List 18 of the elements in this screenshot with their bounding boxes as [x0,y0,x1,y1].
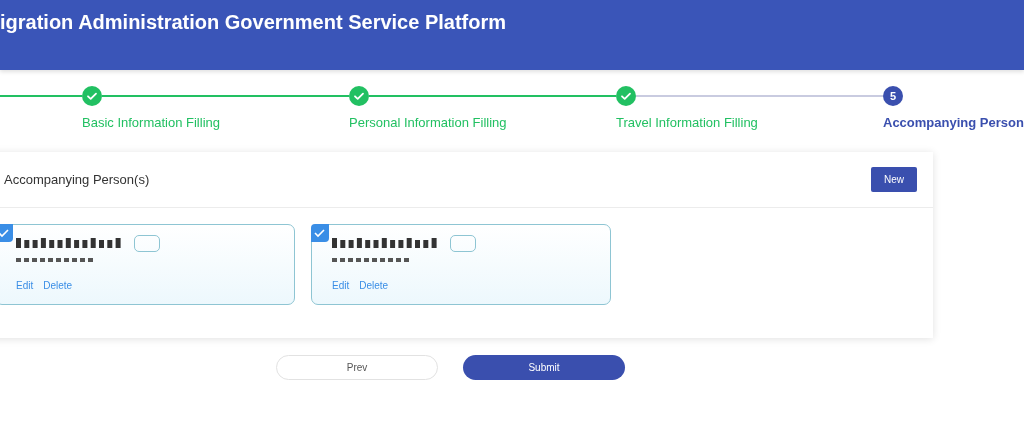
submit-button[interactable]: Submit [463,355,625,380]
card-action-link[interactable]: Edit [16,280,34,291]
person-card[interactable]: Edit Delete [311,224,611,305]
panel-title: Accompanying Person(s) [4,172,150,187]
tag-badge [450,234,476,252]
card-action-link[interactable]: Delete [359,280,389,291]
card-action-link[interactable]: Delete [43,280,73,291]
prev-button[interactable]: Prev [276,355,438,380]
person-card[interactable]: Edit Delete [0,224,295,305]
new-button[interactable]: New [871,167,917,192]
tag-badge [134,234,160,252]
step-label: Accompanying Person [883,115,1024,130]
step-number: 5 [883,86,903,106]
card-action-link[interactable]: Edit [332,280,350,291]
step-label: Basic Information Filling [82,115,220,130]
step-label: Personal Information Filling [349,115,507,130]
app-title: igration Administration Government Service Platform [0,11,507,34]
step-label: Travel Information Filling [616,115,758,130]
